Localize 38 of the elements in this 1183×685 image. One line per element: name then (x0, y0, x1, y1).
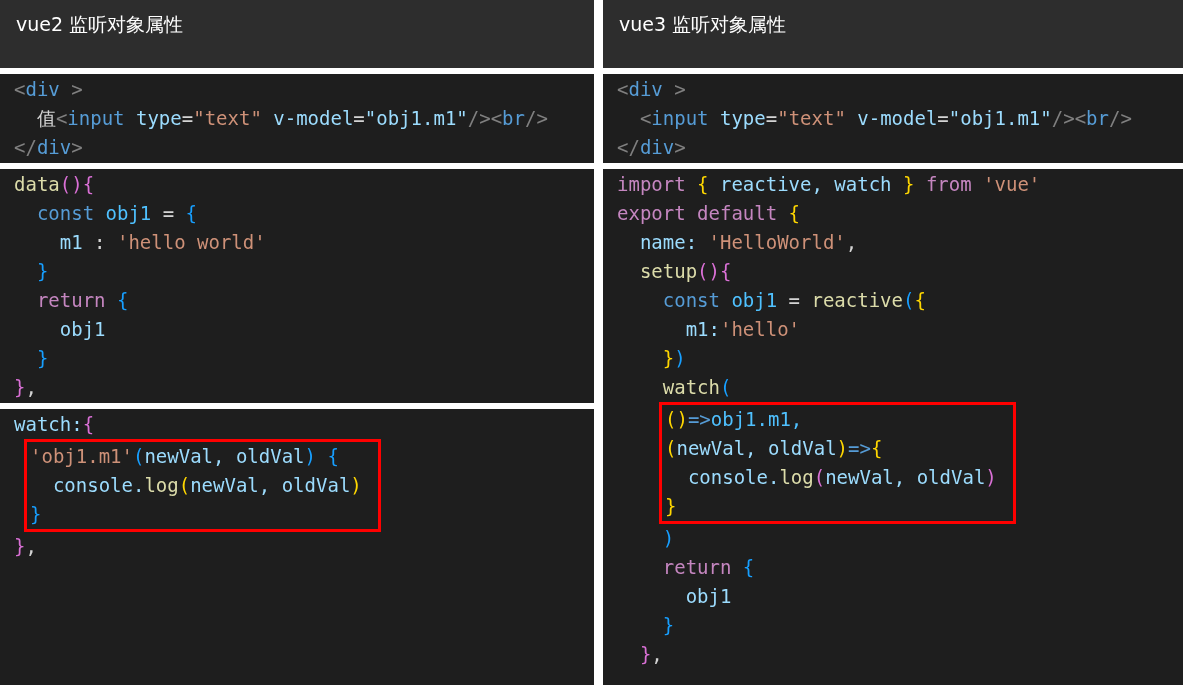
code-line: obj1 (58, 317, 107, 342)
code-line: console.log(newVal, oldVal) (51, 473, 362, 498)
code-line: const obj1 = reactive({ (661, 288, 927, 313)
section-title: vue2 监听对象属性 (0, 0, 594, 68)
code-line: </div> (617, 135, 687, 160)
code-line: console.log(newVal, oldVal) (686, 465, 997, 490)
code-line: return { (661, 555, 756, 580)
code-line: } (665, 494, 678, 519)
code-line: 'obj1.m1'(newVal, oldVal) { (30, 444, 340, 469)
code-line: } (35, 346, 50, 371)
code-line: export default { (617, 201, 802, 226)
code-line: setup(){ (638, 259, 733, 284)
section-title: vue3 监听对象属性 (603, 0, 1183, 68)
code-line: 值<input type="text" v-model="obj1.m1"/><br/> (35, 106, 549, 131)
code-line: const obj1 = { (35, 201, 199, 226)
code-line: m1:'hello' (684, 317, 802, 342)
code-line: <div > (14, 77, 84, 102)
code-line: } (30, 502, 43, 527)
code-line: m1 : 'hello world' (58, 230, 267, 255)
code-line: name: 'HelloWorld', (638, 230, 859, 255)
code-line: return { (35, 288, 130, 313)
code-line: <div > (617, 77, 687, 102)
code-line: obj1 (684, 584, 733, 609)
code-line: </div> (14, 135, 84, 160)
code-line: }, (638, 642, 664, 667)
code-line: }) (661, 346, 687, 371)
code-line: }, (14, 375, 38, 400)
code-line: }, (14, 534, 38, 559)
code-line: watch:{ (14, 412, 96, 437)
code-line: data(){ (14, 172, 96, 197)
code-line: } (661, 613, 676, 638)
code-line: ()=>obj1.m1, (665, 407, 804, 432)
code-line: ) (661, 526, 676, 551)
code-line: (newVal, oldVal)=>{ (665, 436, 884, 461)
code-line: watch( (661, 375, 733, 400)
code-line: <input type="text" v-model="obj1.m1"/><br/> (638, 106, 1133, 131)
code-line: import { reactive, watch } from 'vue' (617, 172, 1042, 197)
code-line: } (35, 259, 50, 284)
